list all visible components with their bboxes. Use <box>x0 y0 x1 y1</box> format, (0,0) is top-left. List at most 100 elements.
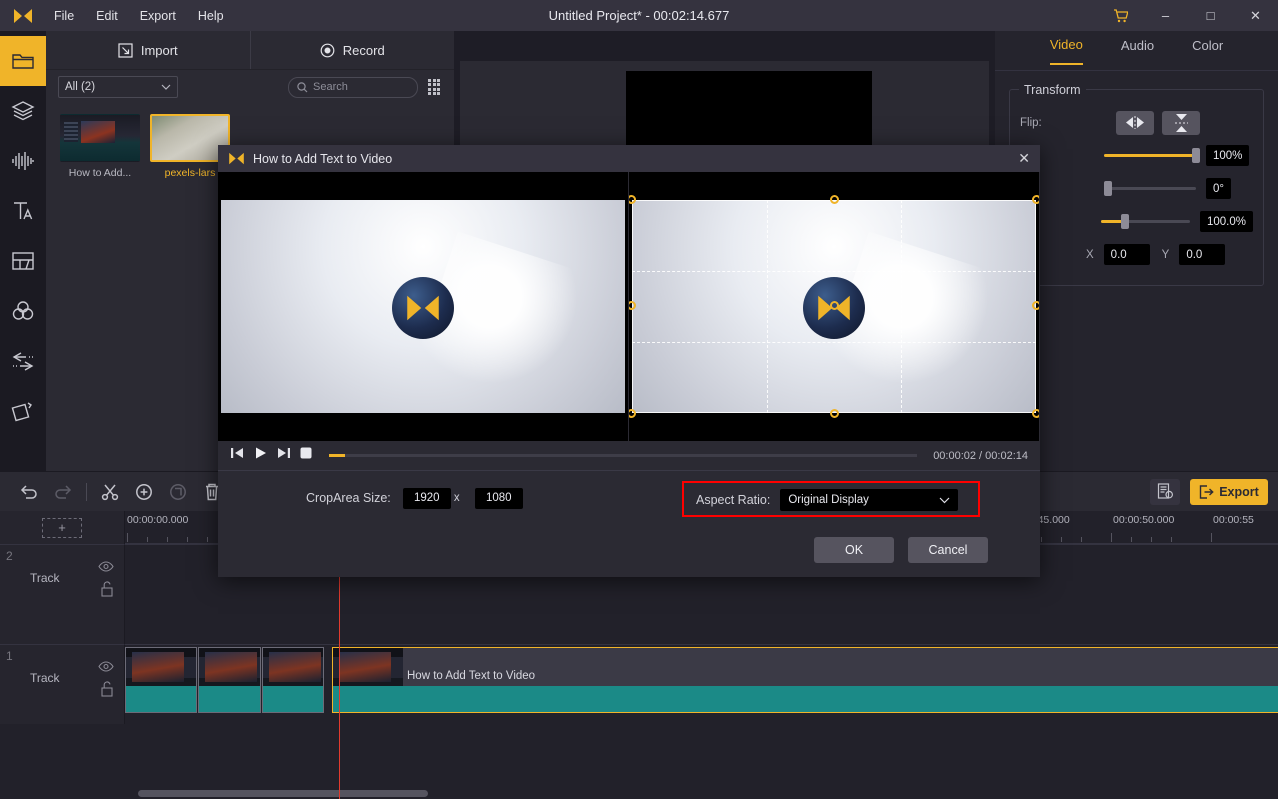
timeline-clip[interactable] <box>262 647 324 713</box>
playback-progress-bar[interactable] <box>329 454 917 457</box>
preview-crop-editor[interactable] <box>629 172 1039 441</box>
rotate-value[interactable]: 0° <box>1206 178 1231 199</box>
track-body-1[interactable]: How to Add Text to Video <box>125 644 1278 724</box>
flip-vertical-button[interactable] <box>1162 111 1200 135</box>
media-tab-bar: Import Record <box>46 31 454 70</box>
media-item-0[interactable]: How to Add... <box>60 114 140 179</box>
menu-bar[interactable]: File Edit Export Help <box>54 9 224 23</box>
rail-item-filters[interactable] <box>0 286 46 336</box>
rail-item-titles[interactable] <box>0 186 46 236</box>
stop-button[interactable] <box>299 446 313 465</box>
opacity-slider[interactable] <box>1104 154 1196 157</box>
cancel-button[interactable]: Cancel <box>908 537 988 563</box>
menu-item-export[interactable]: Export <box>140 9 176 23</box>
menu-item-file[interactable]: File <box>54 9 74 23</box>
left-toolbar-rail <box>0 31 46 471</box>
duplicate-button[interactable] <box>161 472 195 512</box>
tab-import[interactable]: Import <box>46 31 250 69</box>
crop-handle-bottom-left[interactable] <box>629 409 636 418</box>
crop-handle-bottom-right[interactable] <box>1032 409 1039 418</box>
import-icon <box>118 43 133 58</box>
rail-item-split-screen[interactable] <box>0 236 46 286</box>
track-number: 1 <box>6 649 13 663</box>
window-controls: – □ ✕ <box>1098 0 1278 31</box>
crop-handle-top-right[interactable] <box>1032 195 1039 204</box>
crop-handle-bottom-center[interactable] <box>830 409 839 418</box>
tab-import-label: Import <box>141 43 178 58</box>
track-head-1[interactable]: 1 Track <box>0 644 125 724</box>
cart-icon[interactable] <box>1098 0 1143 31</box>
prev-frame-button[interactable] <box>230 446 245 465</box>
timeline-clip-selected[interactable]: How to Add Text to Video <box>332 647 1278 713</box>
layers-icon <box>11 100 35 122</box>
ruler-tick-label: 00:00:50.000 <box>1113 514 1174 526</box>
dialog-close-button[interactable]: ✕ <box>1018 150 1030 167</box>
transition-arrows-icon <box>11 350 35 372</box>
add-track-button[interactable]: + <box>42 518 82 538</box>
unlock-icon[interactable] <box>100 581 114 602</box>
tab-record[interactable]: Record <box>250 31 455 69</box>
aspect-ratio-value: Original Display <box>788 494 869 506</box>
tab-video[interactable]: Video <box>1050 37 1083 65</box>
scale-slider[interactable] <box>1101 220 1190 223</box>
crop-handle-middle-right[interactable] <box>1032 301 1039 310</box>
crop-handle-top-center[interactable] <box>830 195 839 204</box>
play-button[interactable] <box>253 446 268 465</box>
undo-button[interactable] <box>12 472 46 512</box>
rail-item-media[interactable] <box>0 36 46 86</box>
crop-handle-center[interactable] <box>830 301 839 310</box>
stop-icon <box>299 446 313 460</box>
timeline-clip[interactable] <box>198 647 261 713</box>
crop-handle-top-left[interactable] <box>629 195 636 204</box>
crop-handle-middle-left[interactable] <box>629 301 636 310</box>
scale-value[interactable]: 100.0% <box>1200 211 1253 232</box>
properties-tab-bar: Video Audio Color <box>995 31 1278 71</box>
redo-button[interactable] <box>46 472 80 512</box>
size-separator: x <box>451 492 463 504</box>
menu-item-edit[interactable]: Edit <box>96 9 118 23</box>
maximize-button[interactable]: □ <box>1188 0 1233 31</box>
tab-audio[interactable]: Audio <box>1121 38 1154 64</box>
position-y-input[interactable]: 0.0 <box>1179 244 1225 265</box>
crop-width-input[interactable]: 1920 <box>403 488 451 509</box>
rail-item-audio[interactable] <box>0 136 46 186</box>
tab-color[interactable]: Color <box>1192 38 1223 64</box>
rotate-slider[interactable] <box>1104 187 1196 190</box>
split-screen-icon <box>11 251 35 271</box>
crop-overlay[interactable] <box>632 200 1036 413</box>
track-label: Track <box>30 671 60 685</box>
split-button[interactable] <box>93 472 127 512</box>
timeline-clip[interactable] <box>125 647 197 713</box>
crop-height-input[interactable]: 1080 <box>475 488 523 509</box>
grid-view-icon[interactable] <box>428 79 442 96</box>
eye-icon[interactable] <box>98 559 114 577</box>
track-head-2[interactable]: 2 Track <box>0 544 125 644</box>
export-button[interactable]: Export <box>1190 479 1268 505</box>
menu-item-help[interactable]: Help <box>198 9 224 23</box>
search-input[interactable]: Search <box>288 77 418 98</box>
next-frame-button[interactable] <box>276 446 291 465</box>
dialog-preview-area <box>218 172 1040 441</box>
media-item-label: How to Add... <box>60 167 140 179</box>
export-label: Export <box>1219 485 1259 499</box>
dialog-header: How to Add Text to Video ✕ <box>218 145 1040 172</box>
ok-button[interactable]: OK <box>814 537 894 563</box>
timeline-scrollbar[interactable] <box>128 790 1268 797</box>
position-x-input[interactable]: 0.0 <box>1104 244 1150 265</box>
rail-item-stickers[interactable] <box>0 86 46 136</box>
unlock-icon[interactable] <box>100 681 114 702</box>
rail-item-transitions[interactable] <box>0 336 46 386</box>
flip-horizontal-button[interactable] <box>1116 111 1154 135</box>
rail-item-effects[interactable] <box>0 386 46 436</box>
close-button[interactable]: ✕ <box>1233 0 1278 31</box>
minimize-button[interactable]: – <box>1143 0 1188 31</box>
ruler-tick-label: 00:00:00.000 <box>127 514 188 526</box>
crop-button[interactable] <box>127 472 161 512</box>
timeline-header-cell: + <box>0 511 125 544</box>
aspect-ratio-select[interactable]: Original Display <box>780 489 958 511</box>
opacity-value[interactable]: 100% <box>1206 145 1249 166</box>
rotate-row: e: 0° <box>1020 172 1253 205</box>
media-filter-select[interactable]: All (2) <box>58 76 178 98</box>
eye-icon[interactable] <box>98 659 114 677</box>
export-settings-button[interactable] <box>1150 479 1180 505</box>
